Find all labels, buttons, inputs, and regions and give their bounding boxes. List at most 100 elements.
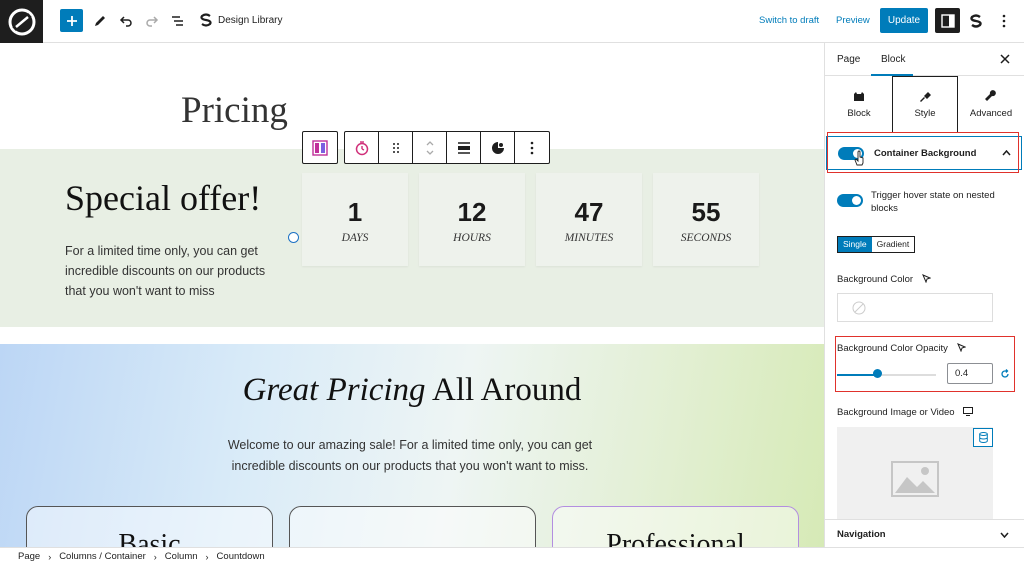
stackable-s-icon: [200, 13, 212, 27]
site-logo-button[interactable]: [0, 0, 43, 43]
countdown-value: 55: [691, 197, 721, 227]
countdown-minutes[interactable]: 47 MINUTES: [536, 173, 642, 266]
preview-button[interactable]: Preview: [836, 15, 870, 26]
subtab-label: Advanced: [969, 108, 1013, 119]
no-color-icon: [852, 301, 866, 315]
countdown-label: SECONDS: [680, 232, 732, 244]
resize-handle[interactable]: [288, 232, 299, 243]
block-toolbar-main-group: [344, 131, 550, 164]
great-pricing-title[interactable]: Great Pricing All Around: [0, 372, 824, 409]
block-type-button[interactable]: [345, 132, 379, 163]
price-card-middle[interactable]: [289, 506, 536, 547]
options-menu-button[interactable]: [993, 10, 1015, 32]
settings-panel-toggle[interactable]: [935, 8, 960, 33]
countdown-hours[interactable]: 12 HOURS: [419, 173, 525, 266]
great-pricing-text[interactable]: Welcome to our amazing sale! For a limit…: [210, 435, 610, 477]
desktop-icon: [963, 407, 974, 416]
tools-button[interactable]: [89, 10, 111, 32]
close-sidebar-button[interactable]: [1000, 52, 1010, 67]
sidebar-tabs: Page Block: [825, 43, 1024, 76]
great-pricing-title-rest: All Around: [425, 372, 582, 408]
chevron-right-icon: ›: [205, 551, 209, 562]
highlight-opacity: [835, 336, 1015, 392]
undo-button[interactable]: [115, 10, 137, 32]
inspector-subtabs: Block Style Advanced: [825, 76, 1024, 134]
stackable-logo-icon: [8, 8, 35, 35]
great-pricing-title-italic: Great Pricing: [242, 372, 426, 408]
bg-color-label-text: Background Color: [837, 274, 914, 285]
countdown-label: MINUTES: [564, 232, 614, 244]
block-breadcrumb: Page › Columns / Container › Column › Co…: [0, 547, 1024, 565]
breadcrumb-item[interactable]: Column: [165, 551, 198, 562]
breadcrumb-item[interactable]: Page: [18, 551, 40, 562]
update-button[interactable]: Update: [880, 8, 928, 33]
price-card-title: Basic: [118, 529, 181, 547]
subtab-style[interactable]: Style: [892, 76, 958, 133]
pencil-icon: [95, 16, 105, 26]
subtab-block[interactable]: Block: [826, 76, 892, 133]
plus-icon: [66, 15, 77, 26]
breadcrumb-item[interactable]: Countdown: [217, 551, 265, 562]
highlight-accordion: [827, 132, 1019, 173]
styles-button[interactable]: [481, 132, 515, 163]
block-options-button[interactable]: [515, 132, 549, 163]
price-card-basic[interactable]: Basic: [26, 506, 273, 547]
subtab-advanced[interactable]: Advanced: [958, 76, 1024, 133]
tab-block[interactable]: Block: [881, 54, 905, 65]
bg-image-label: Background Image or Video: [837, 407, 974, 418]
wrench-icon: [985, 90, 996, 101]
document-title[interactable]: Design Library: [200, 13, 282, 27]
document-title-text: Design Library: [218, 14, 283, 26]
editor-canvas: Pricing Special offer! For a limited tim…: [0, 43, 824, 547]
countdown-icon: [355, 140, 368, 155]
countdown-value: 12: [457, 197, 487, 227]
chevron-down-icon: [1000, 532, 1009, 538]
great-pricing-container[interactable]: Great Pricing All Around Welcome to our …: [0, 344, 824, 547]
document-overview-button[interactable]: [167, 10, 189, 32]
countdown-value: 1: [347, 197, 363, 227]
offer-text[interactable]: For a limited time only, you can get inc…: [65, 241, 285, 301]
stackable-s-icon: [970, 14, 982, 28]
offer-title[interactable]: Special offer!: [65, 177, 261, 219]
list-view-icon: [172, 16, 183, 26]
align-button[interactable]: [447, 132, 481, 163]
more-vertical-icon: [1002, 14, 1006, 28]
chevron-right-icon: ›: [48, 551, 52, 562]
image-placeholder-icon: [891, 461, 939, 497]
palette-icon: [491, 141, 504, 154]
switch-to-draft-button[interactable]: Switch to draft: [759, 15, 819, 26]
block-toolbar-parent-group: [302, 131, 338, 164]
breadcrumb-item[interactable]: Columns / Container: [59, 551, 146, 562]
bg-image-label-text: Background Image or Video: [837, 407, 955, 418]
price-card-professional[interactable]: Professional: [552, 506, 799, 547]
subtab-label: Block: [847, 107, 871, 119]
countdown-value: 47: [574, 197, 604, 227]
redo-icon: [146, 16, 159, 27]
more-vertical-icon: [530, 141, 534, 154]
countdown-seconds[interactable]: 55 SECONDS: [653, 173, 759, 266]
stackable-settings-button[interactable]: [965, 10, 987, 32]
hover-state-toggle[interactable]: [837, 194, 863, 207]
redo-button[interactable]: [141, 10, 163, 32]
navigation-panel[interactable]: Navigation: [825, 519, 1024, 547]
media-library-button[interactable]: [973, 428, 993, 447]
tab-page[interactable]: Page: [837, 54, 860, 65]
chevron-right-icon: ›: [153, 551, 157, 562]
countdown-days[interactable]: 1 DAYS: [302, 173, 408, 266]
bg-color-picker[interactable]: [837, 293, 993, 322]
hover-state-label: Trigger hover state on nested blocks: [871, 190, 995, 214]
columns-icon: [312, 139, 328, 156]
undo-icon: [119, 16, 132, 27]
add-block-button[interactable]: [60, 9, 83, 32]
countdown-label: HOURS: [453, 232, 491, 244]
pricing-heading[interactable]: Pricing: [181, 89, 288, 132]
subtab-label: Style: [914, 108, 936, 119]
bg-image-placeholder[interactable]: [837, 427, 993, 522]
brush-icon: [919, 92, 931, 102]
segment-gradient[interactable]: Gradient: [872, 237, 915, 252]
special-offer-container[interactable]: Special offer! For a limited time only, …: [0, 149, 824, 327]
select-parent-button[interactable]: [303, 132, 337, 163]
move-up-down-button[interactable]: [413, 132, 447, 163]
drag-handle[interactable]: [379, 132, 413, 163]
segment-single[interactable]: Single: [838, 237, 872, 252]
